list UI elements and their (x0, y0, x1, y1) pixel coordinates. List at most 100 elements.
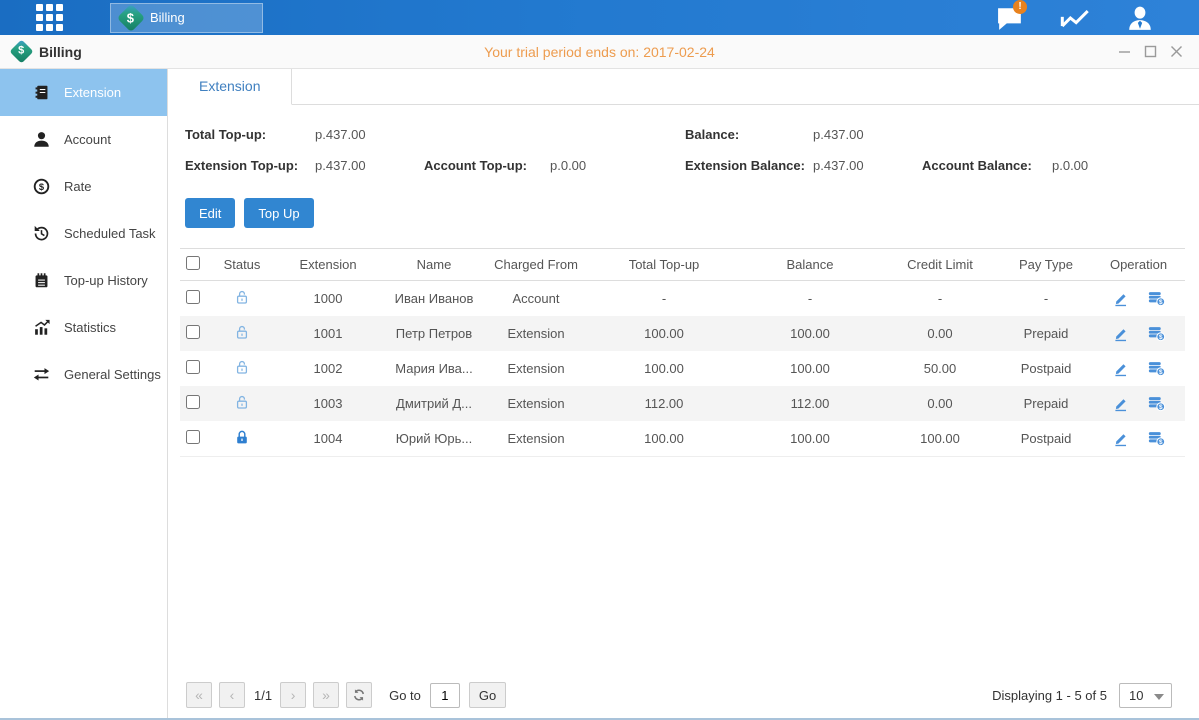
svg-text:$: $ (1158, 369, 1162, 376)
status-lock-icon (234, 359, 250, 375)
table-rows: 1000Иван ИвановAccount----$1001Петр Петр… (180, 281, 1185, 457)
cell-total-topup: 100.00 (588, 361, 740, 376)
cell-credit-limit: 0.00 (880, 396, 1000, 411)
tab-extension[interactable]: Extension (168, 69, 292, 105)
unlocked-icon (234, 394, 250, 410)
cell-balance: 100.00 (740, 361, 880, 376)
last-page-button[interactable]: » (313, 682, 339, 708)
go-button[interactable]: Go (469, 682, 506, 708)
cell-pay-type: Prepaid (1000, 326, 1092, 341)
notifications-icon[interactable]: ! (993, 4, 1027, 32)
next-page-button[interactable]: › (280, 682, 306, 708)
sidebar-item-scheduled-task[interactable]: Scheduled Task (0, 210, 167, 257)
person-icon (33, 131, 50, 148)
status-lock-icon (234, 429, 250, 445)
edit-row-icon[interactable] (1112, 360, 1129, 377)
row-checkbox[interactable] (186, 290, 200, 304)
maximize-icon[interactable] (1142, 44, 1158, 60)
status-lock-icon (234, 324, 250, 340)
cell-extension: 1000 (272, 291, 384, 306)
billing-window: $ Billing ! $ Billing Your trial period … (0, 0, 1199, 720)
dollar-coin-icon: $ (33, 178, 50, 195)
page-indicator: 1/1 (254, 688, 272, 703)
balance-summary: Total Top-up: p.437.00 Extension Top-up:… (185, 119, 1185, 181)
topup-row-icon[interactable]: $ (1147, 395, 1166, 412)
user-account-icon[interactable] (1123, 4, 1157, 32)
sidebar: Extension Account $ Rate Scheduled Task … (0, 69, 168, 718)
row-checkbox[interactable] (186, 325, 200, 339)
account-balance-value: p.0.00 (1052, 158, 1088, 173)
cell-balance: 100.00 (740, 431, 880, 446)
unlocked-icon (234, 324, 250, 340)
svg-text:$: $ (1158, 404, 1162, 411)
goto-page-input[interactable] (430, 683, 460, 708)
cell-charged-from: Extension (484, 431, 588, 446)
cell-credit-limit: - (880, 291, 1000, 306)
edit-row-icon[interactable] (1112, 325, 1129, 342)
page-size-select[interactable]: 10 (1119, 683, 1172, 708)
topup-row-icon[interactable]: $ (1147, 430, 1166, 447)
cell-pay-type: Postpaid (1000, 361, 1092, 376)
minimize-icon[interactable] (1116, 44, 1132, 60)
cell-total-topup: 100.00 (588, 326, 740, 341)
topup-button[interactable]: Top Up (244, 198, 313, 228)
table-row[interactable]: 1001Петр ПетровExtension100.00100.000.00… (180, 316, 1185, 351)
topup-row-icon[interactable]: $ (1147, 325, 1166, 342)
table-row[interactable]: 1003Дмитрий Д...Extension112.00112.000.0… (180, 386, 1185, 421)
sidebar-item-label: Scheduled Task (64, 226, 156, 241)
topup-row-icon[interactable]: $ (1147, 360, 1166, 377)
svg-text:$: $ (39, 182, 45, 192)
cell-name: Мария Ива... (384, 361, 484, 376)
main-content: Extension Total Top-up: p.437.00 Extensi… (168, 69, 1199, 718)
unlocked-icon (234, 289, 250, 305)
row-checkbox[interactable] (186, 395, 200, 409)
table-row[interactable]: 1000Иван ИвановAccount----$ (180, 281, 1185, 316)
sidebar-item-statistics[interactable]: Statistics (0, 304, 167, 351)
page-size-value: 10 (1129, 688, 1143, 703)
sidebar-item-label: Top-up History (64, 273, 148, 288)
svg-text:$: $ (1158, 439, 1162, 446)
sidebar-item-extension[interactable]: Extension (0, 69, 167, 116)
resource-monitor-icon[interactable] (1058, 4, 1092, 32)
prev-page-button[interactable]: ‹ (219, 682, 245, 708)
unlocked-icon (234, 359, 250, 375)
col-charged-from: Charged From (484, 257, 588, 272)
cell-balance: 112.00 (740, 396, 880, 411)
row-checkbox[interactable] (186, 360, 200, 374)
ledger-icon (33, 84, 50, 101)
close-icon[interactable] (1168, 44, 1184, 60)
sidebar-item-rate[interactable]: $ Rate (0, 163, 167, 210)
row-checkbox[interactable] (186, 430, 200, 444)
svg-text:$: $ (1158, 299, 1162, 306)
first-page-button[interactable]: « (186, 682, 212, 708)
sidebar-item-topup-history[interactable]: Top-up History (0, 257, 167, 304)
toolbar: Edit Top Up (185, 198, 1199, 228)
taskbar-billing-app[interactable]: $ Billing (110, 3, 263, 33)
refresh-button[interactable] (346, 682, 372, 708)
edit-button[interactable]: Edit (185, 198, 235, 228)
app-launcher-icon[interactable] (36, 4, 64, 32)
edit-row-icon[interactable] (1112, 290, 1129, 307)
cell-name: Юрий Юрь... (384, 431, 484, 446)
extension-topup-value: p.437.00 (315, 158, 424, 173)
sidebar-item-account[interactable]: Account (0, 116, 167, 163)
edit-row-icon[interactable] (1112, 395, 1129, 412)
cell-credit-limit: 50.00 (880, 361, 1000, 376)
cell-balance: 100.00 (740, 326, 880, 341)
select-all-checkbox[interactable] (186, 256, 200, 270)
col-operation: Operation (1092, 257, 1185, 272)
col-status: Status (212, 257, 272, 272)
topup-row-icon[interactable]: $ (1147, 290, 1166, 307)
cell-extension: 1004 (272, 431, 384, 446)
cell-name: Петр Петров (384, 326, 484, 341)
table-row[interactable]: 1002Мария Ива...Extension100.00100.0050.… (180, 351, 1185, 386)
cell-balance: - (740, 291, 880, 306)
edit-row-icon[interactable] (1112, 430, 1129, 447)
table-header: Status Extension Name Charged From Total… (180, 248, 1185, 281)
history-clock-icon (33, 225, 50, 242)
sidebar-item-general-settings[interactable]: General Settings (0, 351, 167, 398)
table-row[interactable]: 1004Юрий Юрь...Extension100.00100.00100.… (180, 421, 1185, 456)
account-topup-value: p.0.00 (550, 158, 586, 173)
cell-pay-type: Postpaid (1000, 431, 1092, 446)
cell-credit-limit: 0.00 (880, 326, 1000, 341)
